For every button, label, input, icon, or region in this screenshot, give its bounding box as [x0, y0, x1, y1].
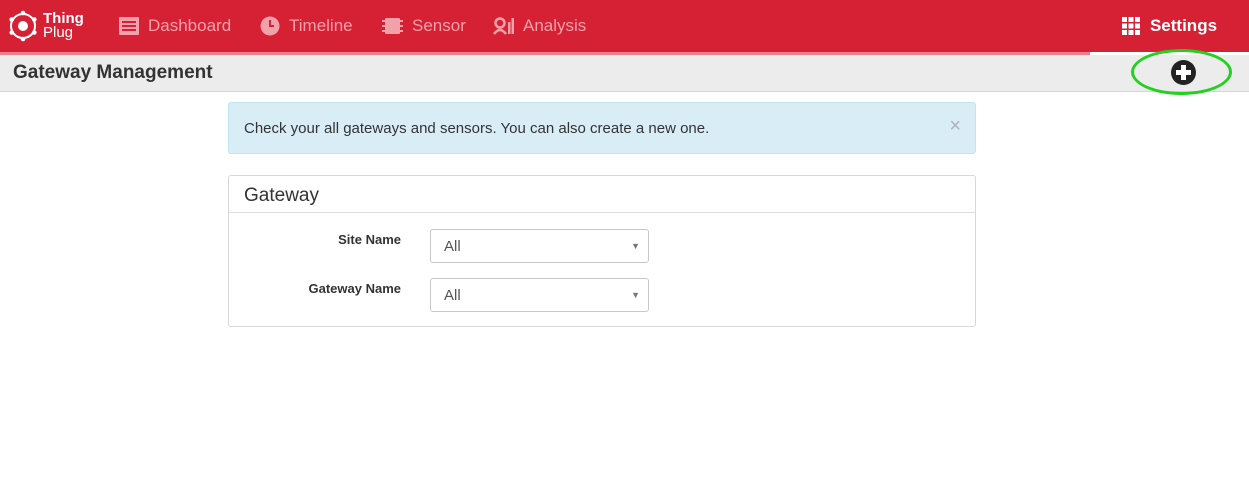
gateway-name-value: All — [444, 287, 461, 304]
gateway-name-select[interactable]: All ▼ — [430, 278, 649, 312]
logo-text-line2: Plug — [43, 24, 74, 41]
chip-icon — [382, 18, 403, 34]
close-icon[interactable]: × — [949, 116, 961, 136]
nav-settings[interactable]: Settings — [1090, 0, 1249, 55]
plus-circle-icon[interactable] — [1171, 60, 1196, 85]
chevron-down-icon: ▼ — [631, 241, 640, 251]
nav-dashboard-label: Dashboard — [148, 16, 232, 35]
site-name-label: Site Name — [338, 232, 401, 247]
gateway-panel: Gateway Site Name All ▼ Gateway Name All… — [228, 175, 976, 327]
site-name-select[interactable]: All ▼ — [430, 229, 649, 263]
grid-icon — [1121, 17, 1140, 35]
info-alert: Check your all gateways and sensors. You… — [228, 102, 976, 154]
alert-message: Check your all gateways and sensors. You… — [244, 120, 710, 137]
nav-settings-label: Settings — [1149, 16, 1218, 35]
panel-title: Gateway — [244, 185, 319, 206]
logo-icon — [9, 10, 37, 42]
thingplug-logo[interactable]: Thing Plug — [6, 6, 86, 46]
page-title: Gateway Management — [13, 62, 213, 83]
clock-icon — [260, 16, 280, 36]
nav-analysis-label: Analysis — [523, 16, 587, 35]
site-name-value: All — [444, 238, 461, 255]
dashboard-icon — [119, 17, 139, 35]
nav-analysis[interactable]: Analysis — [493, 0, 586, 52]
page-header: Gateway Management — [0, 55, 1249, 92]
nav-sensor-label: Sensor — [412, 16, 466, 35]
nav-timeline[interactable]: Timeline — [260, 0, 353, 52]
analysis-icon — [493, 17, 514, 35]
gateway-name-label: Gateway Name — [308, 281, 402, 296]
nav-sensor[interactable]: Sensor — [382, 0, 466, 52]
logo-text: Thing Plug — [43, 11, 84, 41]
nav-timeline-label: Timeline — [289, 16, 353, 35]
chevron-down-icon: ▼ — [631, 290, 640, 300]
nav-dashboard[interactable]: Dashboard — [119, 0, 231, 52]
panel-header: Gateway — [229, 176, 975, 213]
